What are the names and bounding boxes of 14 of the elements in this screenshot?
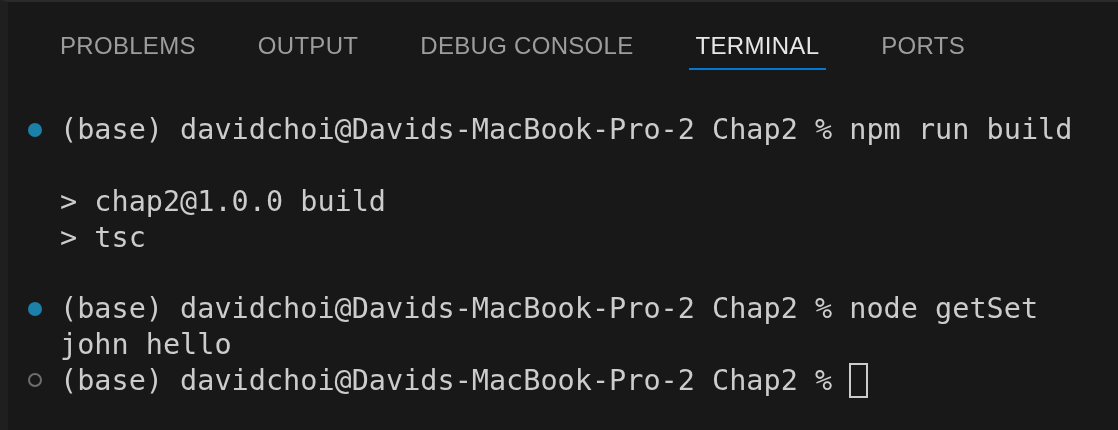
prompt-line: (base) davidchoi@Davids-MacBook-Pro-2 Chap2 % npm run build [60, 113, 1073, 147]
prompt-line: (base) davidchoi@Davids-MacBook-Pro-2 Chap2 % node getSet [60, 292, 1039, 326]
panel-tab[interactable]: DEBUG CONSOLE [413, 32, 641, 70]
panel-tab[interactable]: PORTS [874, 32, 973, 70]
output-line: > tsc [60, 220, 146, 254]
panel-tab[interactable]: TERMINAL [688, 32, 827, 70]
output-line: > chap2@1.0.0 build [60, 185, 386, 218]
command-status-icon[interactable] [28, 301, 42, 316]
output-line: john hello [60, 328, 232, 362]
command-status-icon[interactable] [28, 122, 42, 137]
prompt-line: (base) davidchoi@Davids-MacBook-Pro-2 Chap2 % [60, 363, 833, 397]
panel-tab[interactable]: OUTPUT [250, 32, 366, 70]
command-status-icon[interactable] [28, 373, 42, 388]
panel-tab[interactable]: PROBLEMS [53, 32, 203, 70]
